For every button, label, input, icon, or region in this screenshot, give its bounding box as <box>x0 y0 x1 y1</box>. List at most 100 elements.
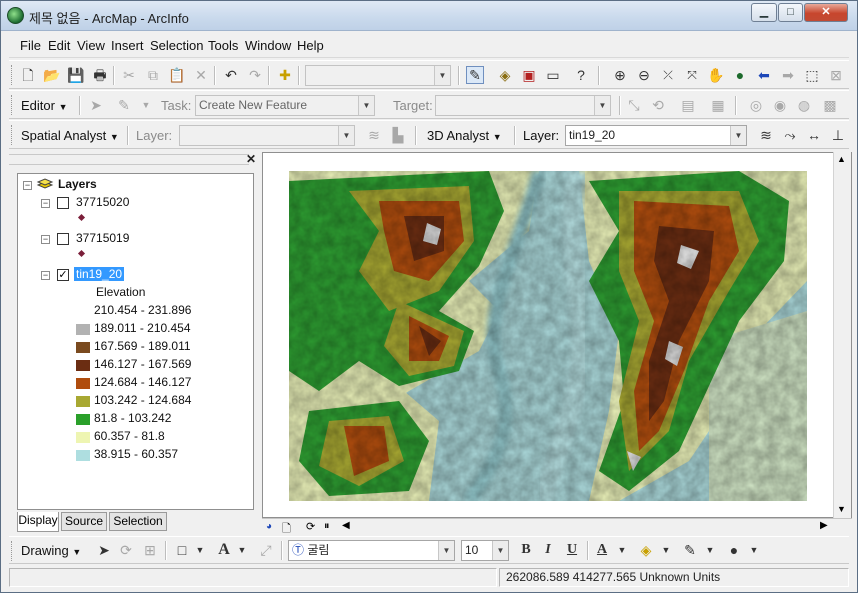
chevron-down-icon[interactable]: ▼ <box>434 66 450 85</box>
toc-title-bar[interactable] <box>9 154 249 165</box>
font-size-combo[interactable]: 10 ▼ <box>461 540 509 561</box>
map-view[interactable] <box>262 152 852 518</box>
collapse-icon[interactable]: − <box>41 235 50 244</box>
italic-button[interactable]: I <box>539 541 557 559</box>
close-icon[interactable]: ✕ <box>246 152 256 166</box>
pan-hand-icon[interactable]: ✋ <box>707 66 725 84</box>
clear-selection-icon[interactable]: ⊠ <box>827 66 845 84</box>
back-extent-arrow-icon[interactable]: ⬅ <box>755 66 773 84</box>
chevron-down-icon[interactable]: ▼ <box>492 541 508 560</box>
contour-tool-icon[interactable]: ≋ <box>365 126 383 144</box>
whats-this-icon[interactable]: ? <box>572 66 590 84</box>
3d-analyst-menu-button[interactable]: 3D Analyst ▼ <box>427 128 502 143</box>
scroll-down-icon[interactable]: ▼ <box>837 504 846 514</box>
legend-swatch[interactable] <box>76 306 90 317</box>
underline-button[interactable]: U <box>563 541 581 559</box>
topology-icon-3[interactable]: ◍ <box>795 96 813 114</box>
topology-icon-4[interactable]: ▩ <box>821 96 839 114</box>
toolbar-grip[interactable] <box>11 125 14 145</box>
legend-swatch[interactable] <box>76 342 90 353</box>
line-color-pen-icon[interactable]: ✎ <box>681 541 699 559</box>
maximize-button[interactable]: □ <box>778 3 803 22</box>
scroll-right-icon[interactable]: ▶ <box>820 520 828 531</box>
3d-layer-combo[interactable]: tin19_20 ▼ <box>565 125 747 146</box>
toolbar-grip[interactable] <box>11 65 14 85</box>
delete-icon[interactable]: ✕ <box>192 66 210 84</box>
topology-icon-1[interactable]: ◎ <box>747 96 765 114</box>
menu-selection[interactable]: Selection <box>150 38 203 53</box>
edit-tool-arrow-icon[interactable]: ➤ <box>87 96 105 114</box>
interpolate-line-icon[interactable]: ⊥ <box>829 126 847 144</box>
scroll-up-icon[interactable]: ▲ <box>837 154 846 164</box>
map-scale-combo[interactable]: ▼ <box>305 65 451 86</box>
paste-icon[interactable]: 📋 <box>168 66 186 84</box>
minimize-button[interactable]: ▁ <box>751 3 777 22</box>
arccatalog-icon[interactable]: ◈ <box>496 66 514 84</box>
marker-color-icon[interactable]: ● <box>725 541 743 559</box>
select-features-icon[interactable]: ⬚ <box>803 66 821 84</box>
menu-insert[interactable]: Insert <box>111 38 144 53</box>
spatial-layer-combo[interactable]: ▼ <box>179 125 355 146</box>
new-text-icon[interactable]: A <box>215 541 233 559</box>
menu-file[interactable]: File <box>20 38 41 53</box>
menu-view[interactable]: View <box>77 38 105 53</box>
legend-swatch[interactable] <box>76 396 90 407</box>
editor-toolbar-toggle-icon[interactable]: ✎ <box>466 66 484 84</box>
zoom-in-icon[interactable]: ⊕ <box>611 66 629 84</box>
fixed-zoom-in-icon[interactable]: ⤫ <box>659 66 677 84</box>
drawing-menu-button[interactable]: Drawing ▼ <box>21 543 81 558</box>
chevron-down-icon[interactable]: ▼ <box>613 541 631 559</box>
pause-drawing-icon[interactable]: ⏸ <box>324 520 330 533</box>
toolbar-grip[interactable] <box>11 541 14 561</box>
chevron-down-icon[interactable]: ▼ <box>358 96 374 115</box>
rectangle-icon[interactable]: □ <box>173 541 191 559</box>
chevron-down-icon[interactable]: ▼ <box>730 126 746 145</box>
legend-swatch[interactable] <box>76 378 90 389</box>
legend-swatch[interactable] <box>76 324 90 335</box>
fixed-zoom-out-icon[interactable]: ⤧ <box>683 66 701 84</box>
sketch-tool-pencil-icon[interactable]: ✎ <box>115 96 133 114</box>
chevron-down-icon[interactable]: ▼ <box>701 541 719 559</box>
redo-icon[interactable]: ↷ <box>246 66 264 84</box>
data-view-icon[interactable]: ◕ <box>266 521 272 532</box>
chevron-down-icon[interactable]: ▼ <box>594 96 610 115</box>
rotate-icon[interactable]: ⟳ <box>117 541 135 559</box>
layer-visibility-checkbox[interactable]: ✓ <box>57 269 69 281</box>
layer-name-selected[interactable]: tin19_20 <box>74 267 125 281</box>
editor-menu-button[interactable]: Editor ▼ <box>21 98 68 113</box>
legend-swatch[interactable] <box>76 360 90 371</box>
open-folder-icon[interactable]: 📂 <box>43 66 61 84</box>
zoom-whole-page-icon[interactable]: ⊞ <box>141 541 159 559</box>
layer-name[interactable]: 37715020 <box>76 195 129 209</box>
legend-swatch[interactable] <box>76 432 90 443</box>
split-tool-icon[interactable]: ⤡ <box>625 96 643 114</box>
toolbar-grip[interactable] <box>11 95 14 115</box>
histogram-icon[interactable]: ▙ <box>389 126 407 144</box>
zoom-out-icon[interactable]: ⊖ <box>635 66 653 84</box>
arctoolbox-icon[interactable]: ▣ <box>520 66 538 84</box>
legend-swatch[interactable] <box>76 414 90 425</box>
vertical-scrollbar[interactable]: ▲ ▼ <box>833 152 851 518</box>
target-combo[interactable]: ▼ <box>435 95 611 116</box>
tab-source[interactable]: Source <box>61 512 107 531</box>
topology-icon-2[interactable]: ◉ <box>771 96 789 114</box>
fill-color-bucket-icon[interactable]: ◈ <box>637 541 655 559</box>
print-icon[interactable]: 🖶 <box>91 66 109 84</box>
task-combo[interactable]: Create New Feature ▼ <box>195 95 375 116</box>
elevation-map-image[interactable] <box>289 171 807 501</box>
steepest-path-icon[interactable]: ⤳ <box>781 126 799 144</box>
layer-visibility-checkbox[interactable] <box>57 197 69 209</box>
layers-root[interactable]: Layers <box>58 177 97 191</box>
collapse-icon[interactable]: − <box>41 199 50 208</box>
layer-visibility-checkbox[interactable] <box>57 233 69 245</box>
edit-vertices-icon[interactable]: ⤢ <box>257 541 275 559</box>
line-of-sight-icon[interactable]: ↔ <box>805 126 823 144</box>
tab-selection[interactable]: Selection <box>109 512 167 531</box>
font-color-button[interactable]: A <box>593 541 611 559</box>
tab-display[interactable]: Display <box>17 512 59 532</box>
font-combo[interactable]: Ⓣ 굴림 ▼ <box>288 540 455 561</box>
save-icon[interactable]: 💾 <box>67 66 85 84</box>
chevron-down-icon[interactable]: ▼ <box>745 541 763 559</box>
chevron-down-icon[interactable]: ▼ <box>657 541 675 559</box>
add-data-icon[interactable]: ✚ <box>276 66 294 84</box>
